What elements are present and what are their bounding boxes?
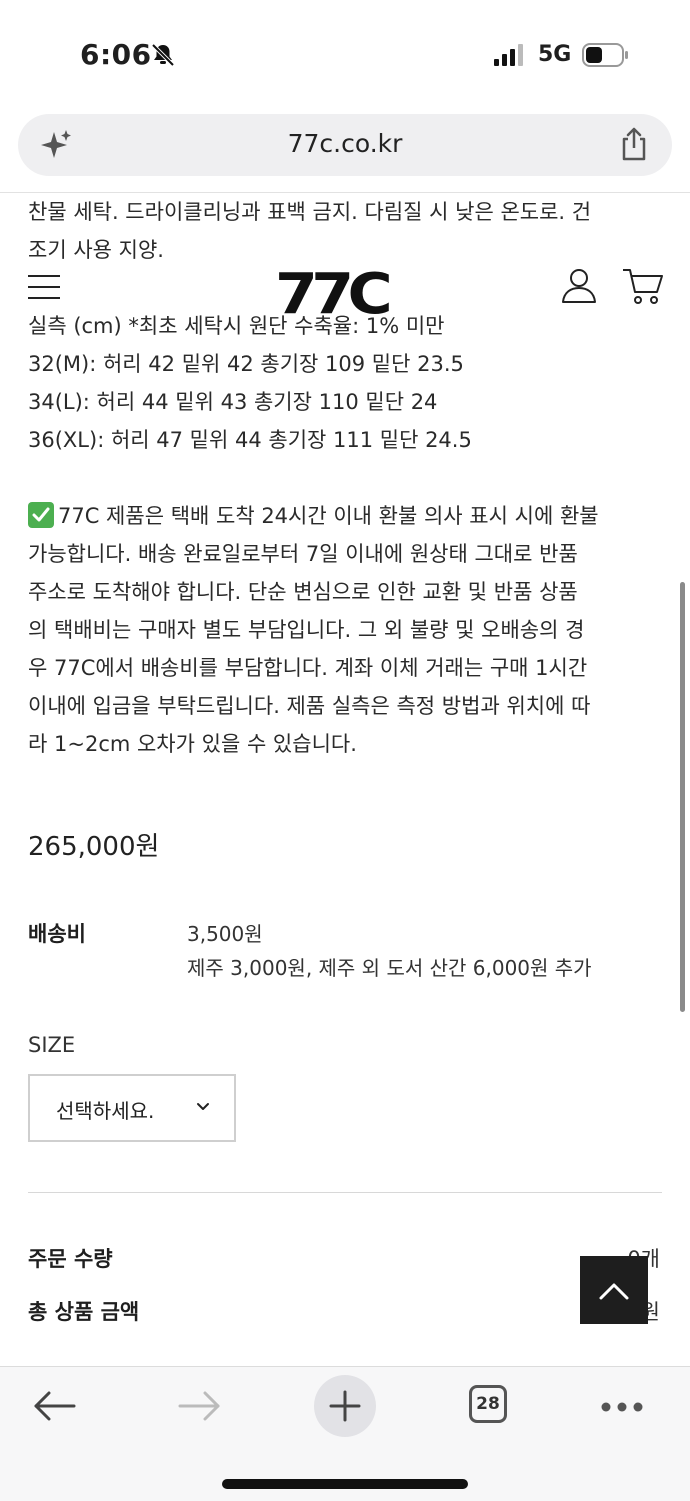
- tabs-button[interactable]: 28: [469, 1385, 507, 1423]
- scroll-to-top-button[interactable]: [580, 1256, 648, 1324]
- back-arrow-icon[interactable]: [32, 1389, 76, 1423]
- browser-toolbar: 28: [0, 1366, 690, 1501]
- section-divider: [28, 1192, 662, 1193]
- policy-text: 77C 제품은 택배 도착 24시간 이내 환불 의사 표시 시에 환불: [58, 504, 599, 528]
- bell-slash-icon: [151, 43, 175, 67]
- status-time: 6:06: [80, 38, 152, 71]
- size-label: SIZE: [28, 1033, 76, 1057]
- policy-line: 가능합니다. 배송 완료일로부터 7일 이내에 원상태 그대로 반품: [28, 542, 578, 566]
- network-type: 5G: [538, 42, 572, 67]
- address-bar[interactable]: 77c.co.kr: [18, 114, 672, 176]
- chevron-down-icon: [197, 1103, 209, 1110]
- more-options-icon[interactable]: [600, 1401, 644, 1413]
- check-mark-icon: [28, 502, 54, 528]
- hamburger-menu-icon[interactable]: [28, 274, 60, 300]
- scrollbar[interactable]: [680, 582, 685, 1012]
- policy-line: 이내에 입금을 부탁드립니다. 제품 실측은 측정 방법과 위치에 따: [28, 694, 591, 718]
- order-quantity-label: 주문 수량: [28, 1247, 113, 1271]
- shipping-fee: 3,500원: [187, 922, 263, 946]
- tab-count: 28: [476, 1394, 500, 1414]
- shopping-cart-icon[interactable]: [622, 266, 664, 306]
- policy-line: 우 77C에서 배송비를 부담합니다. 계좌 이체 거래는 구매 1시간: [28, 656, 588, 680]
- plus-icon: [329, 1390, 361, 1422]
- user-account-icon[interactable]: [560, 266, 598, 304]
- policy-line: 77C 제품은 택배 도착 24시간 이내 환불 의사 표시 시에 환불: [28, 497, 668, 535]
- status-bar: 6:06 5G: [0, 0, 690, 110]
- site-header: 77C: [0, 258, 690, 327]
- description-line: 찬물 세탁. 드라이클리닝과 표백 금지. 다림질 시 낮은 온도로. 건: [28, 200, 592, 224]
- new-tab-button[interactable]: [314, 1375, 376, 1437]
- size-measure-line: 36(XL): 허리 47 밑위 44 총기장 111 밑단 24.5: [28, 428, 472, 452]
- share-icon[interactable]: [618, 126, 650, 162]
- policy-line: 라 1~2cm 오차가 있을 수 있습니다.: [28, 732, 357, 756]
- size-measure-line: 32(M): 허리 42 밑위 42 총기장 109 밑단 23.5: [28, 352, 464, 376]
- size-measure-line: 34(L): 허리 44 밑위 43 총기장 110 밑단 24: [28, 390, 438, 414]
- size-select[interactable]: 선택하세요.: [28, 1074, 236, 1142]
- site-logo[interactable]: 77C: [275, 262, 393, 327]
- battery-icon: [582, 43, 628, 67]
- chevron-up-icon: [599, 1283, 629, 1300]
- cellular-signal-icon: [494, 44, 523, 66]
- policy-line: 의 택배비는 구매자 별도 부담입니다. 그 외 불량 및 오배송의 경: [28, 618, 585, 642]
- forward-arrow-icon[interactable]: [178, 1389, 222, 1423]
- size-select-value: 선택하세요.: [56, 1099, 155, 1123]
- shipping-label: 배송비: [28, 922, 86, 946]
- policy-line: 주소로 도착해야 합니다. 단순 변심으로 인한 교환 및 반품 상품: [28, 580, 578, 604]
- product-price: 265,000원: [28, 832, 160, 862]
- total-price-label: 총 상품 금액: [28, 1300, 140, 1324]
- home-indicator: [222, 1479, 468, 1489]
- shipping-extra-fee: 제주 3,000원, 제주 외 도서 산간 6,000원 추가: [187, 956, 592, 980]
- url-text[interactable]: 77c.co.kr: [18, 129, 672, 158]
